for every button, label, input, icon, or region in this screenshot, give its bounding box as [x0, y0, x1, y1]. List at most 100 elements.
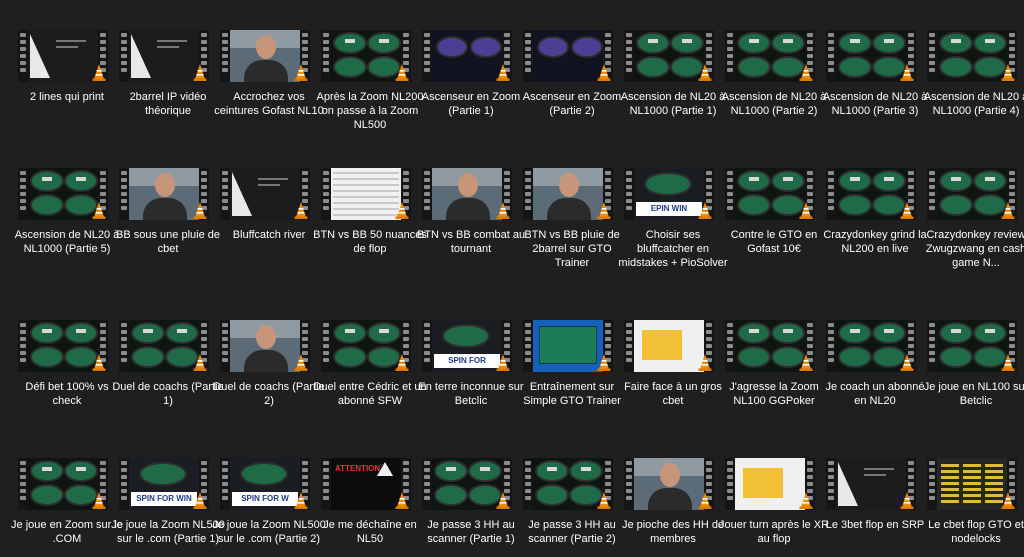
- video-thumbnail[interactable]: [523, 320, 613, 372]
- video-thumbnail[interactable]: [18, 30, 108, 82]
- vlc-cone-icon: [496, 492, 510, 509]
- video-file-name[interactable]: Je me déchaîne en NL50: [313, 518, 427, 546]
- video-thumbnail[interactable]: [422, 30, 512, 82]
- video-thumbnail[interactable]: [321, 320, 411, 372]
- video-file-name[interactable]: BTN vs BB pluie de 2barrel sur GTO Train…: [515, 228, 629, 270]
- video-thumbnail[interactable]: ATTENTION: [321, 458, 411, 510]
- video-file-grid: 2 lines qui print 2barrel IP vidéo théori…: [0, 0, 1024, 557]
- video-file-name[interactable]: Duel de coachs (Partie 2): [212, 380, 326, 408]
- video-thumbnail[interactable]: [725, 320, 815, 372]
- video-file-name[interactable]: Je joue en NL100 sur Betclic: [919, 380, 1024, 408]
- vlc-cone-icon: [900, 202, 914, 219]
- vlc-cone-icon: [900, 492, 914, 509]
- video-thumbnail[interactable]: [927, 320, 1017, 372]
- film-strip: [826, 168, 836, 220]
- video-thumbnail[interactable]: [119, 30, 209, 82]
- vlc-cone-icon: [92, 64, 106, 81]
- video-thumbnail[interactable]: [624, 458, 714, 510]
- table-scene: [735, 320, 805, 372]
- video-file-name[interactable]: Crazydonkey review Zwugzwang en cash gam…: [919, 228, 1024, 270]
- video-file-name[interactable]: Ascenseur en Zoom (Partie 1): [414, 90, 528, 118]
- video-thumbnail[interactable]: [826, 30, 916, 82]
- face-scene: [634, 458, 704, 510]
- thumbnail-banner-text: EPIN WIN: [636, 202, 702, 216]
- video-file-name[interactable]: Après la Zoom NL200 on passe à la Zoom N…: [313, 90, 427, 132]
- video-thumbnail[interactable]: [220, 30, 310, 82]
- video-thumbnail[interactable]: [725, 30, 815, 82]
- video-thumbnail[interactable]: SPIN FOR W: [220, 458, 310, 510]
- video-file-name[interactable]: Duel entre Cédric et un abonné SFW: [313, 380, 427, 408]
- video-thumbnail[interactable]: [523, 168, 613, 220]
- video-thumbnail[interactable]: [422, 458, 512, 510]
- yellow-scene: [634, 320, 704, 372]
- video-file-name[interactable]: Je pioche des HH de membres: [616, 518, 730, 546]
- spin-scene: SPIN FOR: [432, 320, 502, 372]
- video-file-name[interactable]: Bluffcatch river: [212, 228, 326, 242]
- video-file-name[interactable]: BB sous une pluie de cbet: [111, 228, 225, 256]
- video-file-name[interactable]: J'agresse la Zoom NL100 GGPoker: [717, 380, 831, 408]
- video-thumbnail[interactable]: [220, 168, 310, 220]
- video-thumbnail[interactable]: [523, 30, 613, 82]
- video-thumbnail[interactable]: [220, 320, 310, 372]
- video-file-name[interactable]: Je coach un abonné en NL20: [818, 380, 932, 408]
- video-file-name[interactable]: Choisir ses bluffcatcher en midstakes + …: [616, 228, 730, 270]
- video-thumbnail[interactable]: SPIN FOR: [422, 320, 512, 372]
- video-thumbnail[interactable]: [523, 458, 613, 510]
- video-file-name[interactable]: En terre inconnue sur Betclic: [414, 380, 528, 408]
- video-file-name[interactable]: Jouer turn après le XR au flop: [717, 518, 831, 546]
- video-file-name[interactable]: Entraînement sur Simple GTO Trainer: [515, 380, 629, 408]
- video-file-name[interactable]: Je joue la Zoom NL500 sur le .com (Parti…: [111, 518, 225, 546]
- video-thumbnail[interactable]: [422, 168, 512, 220]
- video-file-name[interactable]: 2 lines qui print: [10, 90, 124, 104]
- video-file-name[interactable]: Faire face à un gros cbet: [616, 380, 730, 408]
- film-strip: [18, 320, 28, 372]
- video-file-name[interactable]: Ascension de NL20 à NL1000 (Partie 2): [717, 90, 831, 118]
- video-thumbnail[interactable]: [624, 30, 714, 82]
- video-file-name[interactable]: BTN vs BB 50 nuances de flop: [313, 228, 427, 256]
- video-file-name[interactable]: Le cbet flop GTO et nodelocks: [919, 518, 1024, 546]
- video-file-name[interactable]: Ascension de NL20 à NL1000 (Partie 4): [919, 90, 1024, 118]
- video-thumbnail[interactable]: [927, 168, 1017, 220]
- video-thumbnail[interactable]: [725, 458, 815, 510]
- video-thumbnail[interactable]: SPIN FOR WIN: [119, 458, 209, 510]
- video-thumbnail[interactable]: [826, 458, 916, 510]
- video-file-name[interactable]: Je joue la Zoom NL500 sur le .com (Parti…: [212, 518, 326, 546]
- video-thumbnail[interactable]: [119, 320, 209, 372]
- vlc-cone-icon: [395, 354, 409, 371]
- video-thumbnail[interactable]: [624, 320, 714, 372]
- video-file-name[interactable]: Le 3bet flop en SRP: [818, 518, 932, 532]
- video-file-name[interactable]: Ascension de NL20 à NL1000 (Partie 3): [818, 90, 932, 118]
- video-thumbnail[interactable]: [18, 320, 108, 372]
- video-file-name[interactable]: Je joue en Zoom sur le .COM: [10, 518, 124, 546]
- video-file-name[interactable]: Ascenseur en Zoom (Partie 2): [515, 90, 629, 118]
- video-file-name[interactable]: Je passe 3 HH au scanner (Partie 1): [414, 518, 528, 546]
- video-thumbnail[interactable]: [18, 168, 108, 220]
- video-thumbnail[interactable]: [725, 168, 815, 220]
- video-thumbnail[interactable]: [826, 320, 916, 372]
- video-thumbnail[interactable]: [321, 30, 411, 82]
- video-thumbnail[interactable]: EPIN WIN: [624, 168, 714, 220]
- video-thumbnail[interactable]: [18, 458, 108, 510]
- face-scene: [129, 168, 199, 220]
- slide-scene: [230, 168, 300, 220]
- table-scene: [937, 320, 1007, 372]
- video-file-name[interactable]: Duel de coachs (Partie 1): [111, 380, 225, 408]
- vlc-cone-icon: [294, 202, 308, 219]
- video-thumbnail[interactable]: [321, 168, 411, 220]
- video-file-name[interactable]: Accrochez vos ceintures Gofast NL10: [212, 90, 326, 118]
- video-file-name[interactable]: 2barrel IP vidéo théorique: [111, 90, 225, 118]
- video-file-name[interactable]: Je passe 3 HH au scanner (Partie 2): [515, 518, 629, 546]
- film-strip: [523, 458, 533, 510]
- video-thumbnail[interactable]: [927, 30, 1017, 82]
- video-thumbnail[interactable]: [826, 168, 916, 220]
- video-thumbnail[interactable]: [119, 168, 209, 220]
- video-file-name[interactable]: Contre le GTO en Gofast 10€: [717, 228, 831, 256]
- video-file-name[interactable]: BTN vs BB combat au tournant: [414, 228, 528, 256]
- video-thumbnail[interactable]: [927, 458, 1017, 510]
- video-file-name[interactable]: Ascension de NL20 à NL1000 (Partie 5): [10, 228, 124, 256]
- video-file-name[interactable]: Défi bet 100% vs check: [10, 380, 124, 408]
- video-file-name[interactable]: Crazydonkey grind la NL200 en live: [818, 228, 932, 256]
- thumbnail-banner-text: ATTENTION: [335, 464, 381, 473]
- vlc-cone-icon: [597, 202, 611, 219]
- video-file-name[interactable]: Ascension de NL20 à NL1000 (Partie 1): [616, 90, 730, 118]
